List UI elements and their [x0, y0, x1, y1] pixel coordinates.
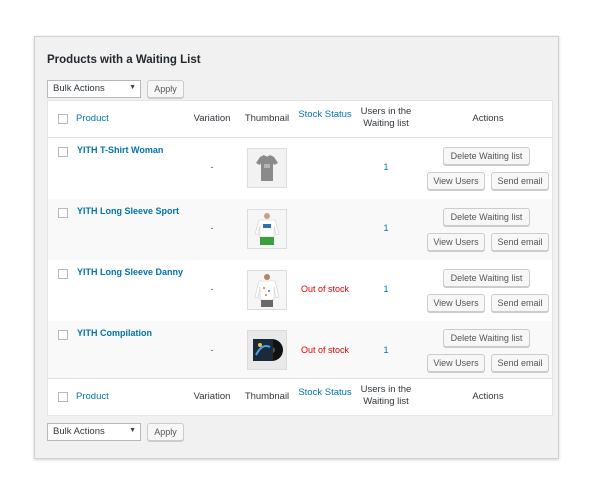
bulk-actions-select-bottom[interactable]: Bulk Actions ▼: [47, 423, 141, 441]
column-users: Users in the Waiting list: [356, 106, 416, 130]
chevron-down-icon: ▼: [129, 427, 136, 434]
table-footer: Product Variation Thumbnail Stock Status…: [48, 378, 552, 415]
variation-value: -: [210, 284, 214, 294]
tshirt-icon[interactable]: [247, 148, 287, 188]
users-count-link[interactable]: 1: [356, 345, 416, 355]
product-name-link[interactable]: YITH Long Sleeve Sport: [77, 206, 179, 216]
column-users-line2: Waiting list: [363, 396, 409, 407]
send-email-button[interactable]: Send email: [491, 233, 549, 251]
delete-waiting-list-button[interactable]: Delete Waiting list: [443, 147, 530, 165]
view-users-button[interactable]: View Users: [427, 294, 485, 312]
apply-button-bottom[interactable]: Apply: [147, 423, 184, 441]
panel-title: Products with a Waiting List: [47, 54, 201, 66]
product-name-link[interactable]: YITH Compilation: [77, 328, 152, 338]
stock-status-value: Out of stock: [300, 284, 350, 294]
column-product[interactable]: Product: [76, 113, 109, 124]
bulk-actions-select-top[interactable]: Bulk Actions ▼: [47, 80, 141, 98]
column-product[interactable]: Product: [76, 391, 109, 402]
users-count-link[interactable]: 1: [356, 284, 416, 294]
column-thumbnail: Thumbnail: [244, 391, 290, 402]
send-email-button[interactable]: Send email: [491, 354, 549, 372]
view-users-button[interactable]: View Users: [427, 354, 485, 372]
product-name-link[interactable]: YITH T-Shirt Woman: [77, 145, 163, 155]
table-row: YITH T-Shirt Woman - 1 Delete Waiting li…: [48, 138, 552, 199]
table-header: Product Variation Thumbnail Stock Status…: [48, 101, 552, 138]
table-row: YITH Compilation - Out of stock 1 Delete…: [48, 321, 552, 378]
column-stock-status[interactable]: Stock Status: [295, 109, 355, 120]
chevron-down-icon: ▼: [129, 84, 136, 91]
apply-button-top[interactable]: Apply: [147, 80, 184, 98]
variation-value: -: [210, 162, 214, 172]
send-email-button[interactable]: Send email: [491, 294, 549, 312]
column-variation: Variation: [193, 391, 231, 402]
delete-waiting-list-button[interactable]: Delete Waiting list: [443, 329, 530, 347]
bulk-actions-value: Bulk Actions: [53, 426, 105, 437]
delete-waiting-list-button[interactable]: Delete Waiting list: [443, 208, 530, 226]
view-users-button[interactable]: View Users: [427, 233, 485, 251]
row-checkbox[interactable]: [58, 269, 68, 279]
users-count-link[interactable]: 1: [356, 162, 416, 172]
table-row: YITH Long Sleeve Danny - Out of stock 1 …: [48, 260, 552, 321]
row-checkbox[interactable]: [58, 330, 68, 340]
users-count-link[interactable]: 1: [356, 223, 416, 233]
column-actions: Actions: [472, 391, 504, 402]
product-name-link[interactable]: YITH Long Sleeve Danny: [77, 267, 183, 277]
variation-value: -: [210, 223, 214, 233]
column-actions: Actions: [472, 113, 504, 124]
column-users-line2: Waiting list: [363, 118, 409, 129]
vinyl-record-icon[interactable]: [247, 330, 287, 370]
delete-waiting-list-button[interactable]: Delete Waiting list: [443, 269, 530, 287]
row-checkbox[interactable]: [58, 208, 68, 218]
select-all-checkbox[interactable]: [58, 114, 68, 124]
variation-value: -: [210, 345, 214, 355]
column-thumbnail: Thumbnail: [244, 113, 290, 124]
column-stock-status[interactable]: Stock Status: [295, 387, 355, 398]
stock-status-value: Out of stock: [300, 345, 350, 355]
view-users-button[interactable]: View Users: [427, 172, 485, 190]
column-users: Users in the Waiting list: [356, 384, 416, 408]
waiting-list-table: Product Variation Thumbnail Stock Status…: [47, 100, 553, 416]
select-all-checkbox[interactable]: [58, 392, 68, 402]
row-checkbox[interactable]: [58, 147, 68, 157]
column-users-line1: Users in the: [360, 106, 412, 117]
long-sleeve-icon[interactable]: [247, 209, 287, 249]
column-variation: Variation: [193, 113, 231, 124]
waiting-list-panel: Products with a Waiting List Bulk Action…: [34, 36, 559, 459]
bulk-actions-value: Bulk Actions: [53, 83, 105, 94]
column-users-line1: Users in the: [360, 384, 412, 395]
table-row: YITH Long Sleeve Sport - 1 Delete Waitin…: [48, 199, 552, 260]
send-email-button[interactable]: Send email: [491, 172, 549, 190]
long-sleeve-icon[interactable]: [247, 270, 287, 310]
